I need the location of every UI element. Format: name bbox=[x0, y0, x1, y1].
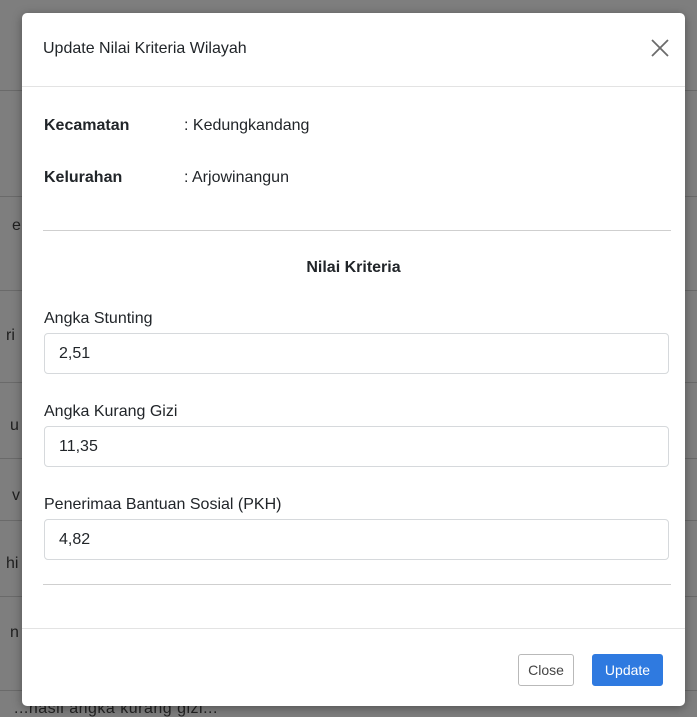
close-icon[interactable] bbox=[647, 35, 673, 61]
close-button[interactable]: Close bbox=[518, 654, 574, 686]
penerimaan-bansos-label: Penerimaa Bantuan Sosial (PKH) bbox=[44, 496, 282, 513]
background-text-fragment: v bbox=[12, 487, 20, 504]
angka-stunting-label: Angka Stunting bbox=[44, 310, 153, 327]
section-divider bbox=[43, 230, 671, 231]
penerimaan-bansos-input[interactable] bbox=[44, 519, 669, 560]
kelurahan-row: Kelurahan : Arjowinangun bbox=[44, 169, 289, 187]
kecamatan-label: Kecamatan bbox=[44, 117, 130, 134]
modal-title: Update Nilai Kriteria Wilayah bbox=[43, 40, 247, 57]
modal-footer: Close Update bbox=[22, 628, 685, 706]
kecamatan-row: Kecamatan : Kedungkandang bbox=[44, 117, 309, 135]
update-button[interactable]: Update bbox=[592, 654, 663, 686]
background-text-fragment: hi bbox=[6, 555, 19, 572]
kelurahan-value: : Arjowinangun bbox=[184, 169, 289, 186]
background-text-fragment: e bbox=[12, 217, 21, 234]
background-text-fragment: u bbox=[10, 417, 19, 434]
form-divider bbox=[43, 584, 671, 585]
modal-header: Update Nilai Kriteria Wilayah bbox=[22, 13, 685, 87]
kecamatan-value: : Kedungkandang bbox=[184, 117, 310, 134]
angka-kurang-gizi-label: Angka Kurang Gizi bbox=[44, 403, 178, 420]
section-title: Nilai Kriteria bbox=[306, 259, 401, 276]
angka-stunting-input[interactable] bbox=[44, 333, 669, 374]
angka-kurang-gizi-input[interactable] bbox=[44, 426, 669, 467]
background-text-fragment: ri bbox=[6, 327, 15, 344]
kelurahan-label: Kelurahan bbox=[44, 169, 123, 186]
background-text-fragment: n bbox=[10, 624, 19, 641]
update-kriteria-modal: Update Nilai Kriteria Wilayah Kecamatan:… bbox=[22, 13, 685, 706]
